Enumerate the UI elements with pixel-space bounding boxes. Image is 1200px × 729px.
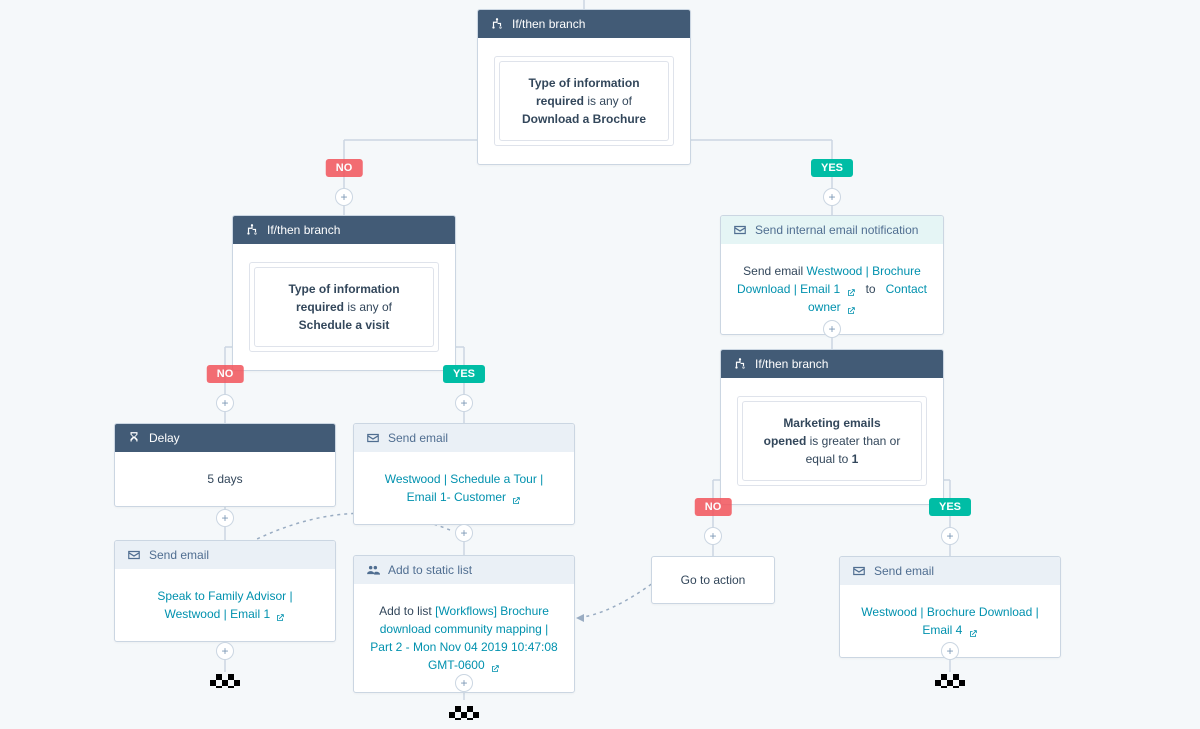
- right-condition-box: Marketing emails opened is greater than …: [737, 396, 927, 486]
- branch-icon: [733, 357, 747, 371]
- external-link-icon: [511, 493, 521, 503]
- send-email-header: Send email: [115, 541, 335, 569]
- send-email-title: Send email: [388, 431, 448, 445]
- add-to-list-header: Add to static list: [354, 556, 574, 584]
- root-branch-header: If/then branch: [478, 10, 690, 38]
- left-condition-box: Type of information required is any of S…: [249, 262, 439, 352]
- right-cond-value: 1: [852, 452, 859, 466]
- root-cond-value: Download a Brochure: [522, 112, 646, 126]
- add-step-button[interactable]: +: [823, 188, 841, 206]
- email-icon: [733, 223, 747, 237]
- add-step-button[interactable]: +: [335, 188, 353, 206]
- left-no-badge: NO: [207, 365, 244, 383]
- left-yes-badge: YES: [443, 365, 485, 383]
- right-branch-node[interactable]: If/then branch Marketing emails opened i…: [720, 349, 944, 505]
- right-yes-badge: YES: [929, 498, 971, 516]
- add-to-list-title: Add to static list: [388, 563, 472, 577]
- internal-email-node[interactable]: Send internal email notification Send em…: [720, 215, 944, 335]
- email-icon: [852, 564, 866, 578]
- add-step-button[interactable]: +: [941, 527, 959, 545]
- right-no-badge: NO: [695, 498, 732, 516]
- root-no-badge: NO: [326, 159, 363, 177]
- send-email-title: Send email: [874, 564, 934, 578]
- root-condition-box: Type of information required is any of D…: [494, 56, 674, 146]
- add-step-button[interactable]: +: [823, 320, 841, 338]
- email-icon: [366, 431, 380, 445]
- add-to-list-node[interactable]: Add to static list Add to list [Workflow…: [353, 555, 575, 693]
- go-to-action-node[interactable]: Go to action: [651, 556, 775, 604]
- root-branch-node[interactable]: If/then branch Type of information requi…: [477, 9, 691, 165]
- internal-to: to: [866, 282, 876, 296]
- send-email-advisor-node[interactable]: Send email Speak to Family Advisor | Wes…: [114, 540, 336, 642]
- send-email-title: Send email: [149, 548, 209, 562]
- end-marker: [449, 706, 479, 720]
- workflow-canvas: If/then branch Type of information requi…: [0, 0, 1200, 729]
- add-step-button[interactable]: +: [216, 509, 234, 527]
- email-link-advisor[interactable]: Speak to Family Advisor | Westwood | Ema…: [157, 589, 292, 621]
- delay-value: 5 days: [207, 472, 242, 486]
- branch-icon: [490, 17, 504, 31]
- left-cond-mid: is any of: [347, 300, 392, 314]
- delay-title: Delay: [149, 431, 180, 445]
- external-link-icon: [275, 610, 285, 620]
- external-link-icon: [846, 285, 856, 295]
- internal-email-title: Send internal email notification: [755, 223, 918, 237]
- add-step-button[interactable]: +: [941, 642, 959, 660]
- people-icon: [366, 563, 380, 577]
- send-email-tour-node[interactable]: Send email Westwood | Schedule a Tour | …: [353, 423, 575, 525]
- add-step-button[interactable]: +: [455, 524, 473, 542]
- external-link-icon: [846, 303, 856, 313]
- left-branch-title: If/then branch: [267, 223, 340, 237]
- send-email-header: Send email: [354, 424, 574, 452]
- left-branch-header: If/then branch: [233, 216, 455, 244]
- add-step-button[interactable]: +: [216, 394, 234, 412]
- internal-email-header: Send internal email notification: [721, 216, 943, 244]
- go-to-action-label: Go to action: [681, 573, 746, 587]
- external-link-icon: [490, 661, 500, 671]
- email-icon: [127, 548, 141, 562]
- internal-prefix: Send email: [743, 264, 803, 278]
- add-step-button[interactable]: +: [455, 394, 473, 412]
- right-branch-header: If/then branch: [721, 350, 943, 378]
- list-prefix: Add to list: [379, 604, 432, 618]
- hourglass-icon: [127, 431, 141, 445]
- root-cond-mid: is any of: [587, 94, 632, 108]
- root-yes-badge: YES: [811, 159, 853, 177]
- left-cond-value: Schedule a visit: [299, 318, 390, 332]
- add-step-button[interactable]: +: [455, 674, 473, 692]
- delay-node[interactable]: Delay 5 days: [114, 423, 336, 507]
- right-branch-title: If/then branch: [755, 357, 828, 371]
- end-marker: [210, 674, 240, 688]
- end-marker: [935, 674, 965, 688]
- email-link-4[interactable]: Westwood | Brochure Download | Email 4: [861, 605, 1038, 637]
- add-step-button[interactable]: +: [216, 642, 234, 660]
- root-branch-title: If/then branch: [512, 17, 585, 31]
- delay-header: Delay: [115, 424, 335, 452]
- branch-icon: [245, 223, 259, 237]
- add-step-button[interactable]: +: [704, 527, 722, 545]
- external-link-icon: [968, 626, 978, 636]
- left-branch-node[interactable]: If/then branch Type of information requi…: [232, 215, 456, 371]
- send-email-header: Send email: [840, 557, 1060, 585]
